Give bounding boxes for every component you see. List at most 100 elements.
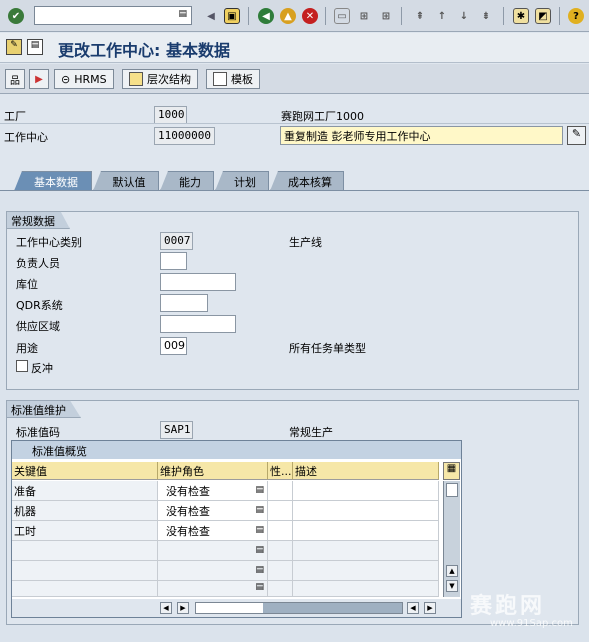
table-row-rule[interactable]: 没有检查 ▤ — [158, 481, 268, 501]
column-header-rule[interactable]: 维护角色 — [158, 462, 268, 480]
hscroll-thumb[interactable] — [196, 603, 263, 613]
hscroll-track[interactable] — [195, 602, 403, 614]
column-header-key[interactable]: 关键值 — [12, 462, 158, 480]
category-field[interactable]: 0007 — [160, 232, 193, 250]
table-row-empty — [268, 561, 293, 581]
scroll-down-icon[interactable]: ▼ — [446, 580, 458, 592]
table-row-empty — [12, 541, 158, 561]
enter-icon[interactable]: ✔ — [8, 8, 24, 24]
table-row-empty — [293, 541, 439, 561]
qdr-label: QDR系统 — [16, 299, 63, 312]
plant-field[interactable]: 1000 — [154, 106, 187, 124]
table-settings-icon[interactable]: ▦ — [443, 462, 460, 480]
next-page-icon[interactable]: ↓ — [456, 8, 472, 24]
vertical-scrollbar[interactable]: ▲ ▼ — [443, 481, 460, 597]
table-row-attr[interactable] — [268, 521, 293, 541]
table-row-key: 准备 — [12, 481, 158, 501]
workcenter-field[interactable]: 11000000 — [154, 127, 215, 145]
exit-icon[interactable]: ▲ — [280, 8, 296, 24]
workcenter-label: 工作中心 — [4, 131, 48, 144]
column-header-attr[interactable]: 性... — [268, 462, 293, 480]
table-title: 标准值概览 — [12, 441, 461, 459]
table-row-attr[interactable] — [268, 501, 293, 521]
table-row-rule[interactable]: 没有检查 ▤ — [158, 501, 268, 521]
table-row-rule[interactable]: 没有检查 ▤ — [158, 521, 268, 541]
backflush-label: 反冲 — [31, 362, 53, 375]
f4-help-icon[interactable]: ▤ — [255, 485, 264, 495]
std-key-field[interactable]: SAP1 — [160, 421, 193, 439]
first-page-icon[interactable]: ⇞ — [412, 8, 428, 24]
table-row-empty — [12, 561, 158, 581]
scroll-left-icon[interactable]: ◀ — [160, 602, 172, 614]
group-title: 标准值维护 — [6, 400, 81, 418]
display-change-icon[interactable]: ✎ — [6, 39, 22, 55]
table-row-key: 机器 — [12, 501, 158, 521]
scroll-right-icon[interactable]: ▶ — [424, 602, 436, 614]
back-icon[interactable]: ◀ — [258, 8, 274, 24]
std-key-description: 常规生产 — [289, 426, 333, 439]
f4-help-icon: ▤ — [255, 582, 264, 592]
command-field[interactable]: ▤ — [34, 6, 192, 25]
hierarchy-icon — [129, 72, 143, 86]
divider — [0, 123, 589, 124]
table-row-empty: ▤ — [158, 561, 268, 581]
usage-field[interactable]: 009 — [160, 337, 187, 355]
tab-basic-data[interactable]: 基本数据 — [14, 171, 92, 191]
table-row-desc — [293, 521, 439, 541]
f4-help-icon[interactable]: ▤ — [255, 525, 264, 535]
tab-costing[interactable]: 成本核算 — [270, 171, 344, 191]
scroll-right-icon[interactable]: ▶ — [177, 602, 189, 614]
prev-page-icon[interactable]: ↑ — [434, 8, 450, 24]
link-icon: ⊝ — [61, 72, 71, 86]
person-responsible-field[interactable] — [160, 252, 187, 270]
table-row-desc — [293, 481, 439, 501]
location-label: 库位 — [16, 278, 38, 291]
save-icon[interactable]: ▣ — [224, 8, 240, 24]
f4-help-icon[interactable]: ▤ — [255, 505, 264, 515]
scroll-up-icon[interactable]: ▲ — [446, 565, 458, 577]
qdr-field[interactable] — [160, 294, 208, 312]
print-icon[interactable]: ▭ — [334, 8, 350, 24]
new-session-icon[interactable]: ✱ — [513, 8, 529, 24]
find-next-icon[interactable]: ⊞ — [378, 8, 394, 24]
column-header-desc[interactable]: 描述 — [293, 462, 439, 480]
template-button[interactable]: 模板 — [206, 69, 260, 89]
workcenter-description-field[interactable]: 重复制造 彭老师专用工作中心 — [280, 126, 563, 145]
backflush-checkbox[interactable] — [16, 360, 28, 372]
last-page-icon[interactable]: ⇟ — [478, 8, 494, 24]
watermark-url: www.91Sap.com — [490, 618, 573, 629]
tab-default-values[interactable]: 默认值 — [93, 171, 159, 191]
horizontal-scrollbar: ◀ ▶ ◀ ▶ — [12, 599, 461, 617]
collapse-icon[interactable]: ◀ — [203, 8, 219, 24]
table-row-empty: ▤ — [158, 581, 268, 597]
shortcut-icon[interactable]: ◩ — [535, 8, 551, 24]
std-key-label: 标准值码 — [16, 426, 60, 439]
tab-capacities[interactable]: 能力 — [160, 171, 214, 191]
supply-area-field[interactable] — [160, 315, 236, 333]
dropdown-icon[interactable]: ▤ — [178, 9, 187, 19]
long-text-edit-icon[interactable]: ✎ — [567, 126, 586, 145]
where-used-icon: ▶ — [35, 73, 43, 85]
tree-icon: 品 — [10, 75, 20, 87]
group-title: 常规数据 — [6, 211, 70, 229]
other-object-icon[interactable]: ▤ — [27, 39, 43, 55]
find-icon[interactable]: ⊞ — [356, 8, 372, 24]
where-used-button[interactable]: ▶ — [29, 69, 49, 89]
scroll-left-icon[interactable]: ◀ — [407, 602, 419, 614]
f4-help-icon: ▤ — [255, 565, 264, 575]
table-row-empty — [268, 581, 293, 597]
cancel-icon[interactable]: ✕ — [302, 8, 318, 24]
scroll-thumb[interactable] — [446, 483, 458, 497]
help-icon[interactable]: ? — [568, 8, 584, 24]
hrms-button[interactable]: ⊝ HRMS — [54, 69, 114, 89]
table-row-empty: ▤ — [158, 541, 268, 561]
tab-scheduling[interactable]: 计划 — [215, 171, 269, 191]
hierarchy-button[interactable]: 层次结构 — [122, 69, 198, 89]
table-row-empty — [268, 541, 293, 561]
hierarchy-tree-button[interactable]: 品 — [5, 69, 25, 89]
usage-label: 用途 — [16, 342, 38, 355]
usage-description: 所有任务单类型 — [289, 342, 366, 355]
location-field[interactable] — [160, 273, 236, 291]
f4-help-icon: ▤ — [255, 545, 264, 555]
table-row-attr[interactable] — [268, 481, 293, 501]
